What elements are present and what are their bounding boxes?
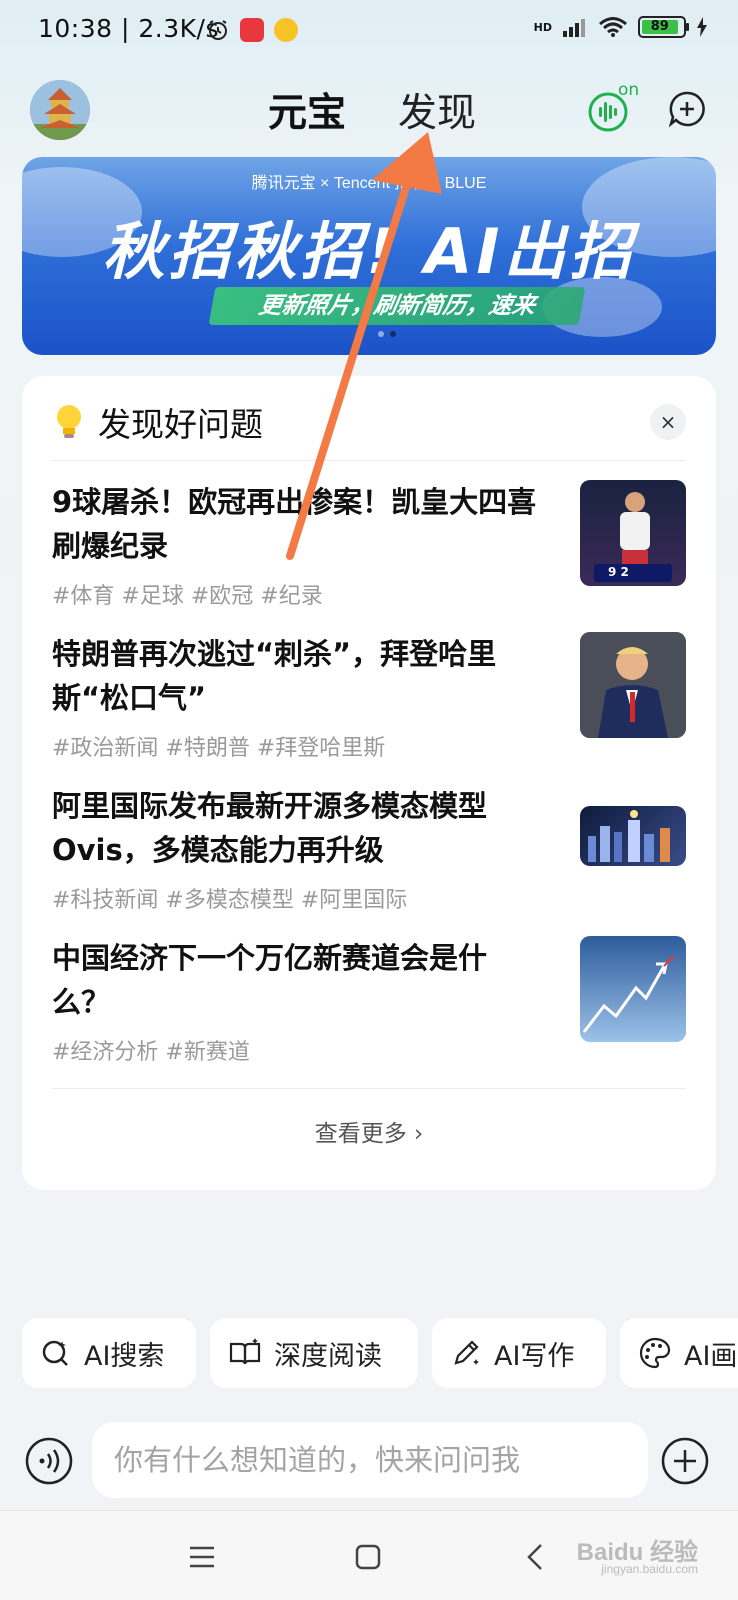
chip-deep-reading[interactable]: 深度阅读	[210, 1318, 418, 1388]
status-bar: 10:38 | 2.3K/s HD 89	[0, 0, 738, 66]
question-tags: #政治新闻 #特朗普 #拜登哈里斯	[52, 736, 386, 761]
battery-level: 89	[642, 20, 678, 34]
chip-ai-writing[interactable]: AI写作	[432, 1318, 606, 1388]
promo-banner[interactable]: 腾讯元宝 × Tencent 招聘 × BLUE 秋招秋招! AI出招 更新照片…	[22, 157, 716, 355]
tab-discover[interactable]: 发现	[398, 82, 476, 138]
voice-on-badge: on	[618, 80, 640, 100]
palette-icon	[639, 1337, 671, 1369]
baidu-watermark: Baidu 经验 jingyan.baidu.com	[577, 1532, 698, 1576]
tab-yuanbao[interactable]: 元宝	[268, 82, 346, 138]
question-title[interactable]: 9球屠杀！欧冠再出惨案！凯皇大四喜刷爆纪录	[52, 480, 542, 568]
menu-icon[interactable]	[182, 1537, 222, 1577]
quick-actions-row: AI搜索 深度阅读 AI写作 AI画	[22, 1318, 738, 1388]
question-title[interactable]: 阿里国际发布最新开源多模态模型Ovis，多模态能力再升级	[52, 784, 542, 872]
question-item[interactable]: 阿里国际发布最新开源多模态模型Ovis，多模态能力再升级 #科技新闻 #多模态模…	[52, 784, 686, 924]
banner-subtitle: 更新照片，刷新简历，速来	[208, 287, 586, 325]
politician-image	[580, 632, 686, 738]
tech-city-image	[588, 810, 670, 862]
pager-dot	[378, 331, 384, 337]
cellular-signal-icon	[563, 19, 585, 37]
tech-city-thumbnail	[580, 806, 686, 866]
score-label: 9 2	[608, 565, 629, 579]
lightbulb-icon	[57, 405, 81, 438]
divider	[52, 460, 686, 461]
back-icon[interactable]	[516, 1537, 556, 1577]
card-title: 发现好问题	[98, 405, 263, 444]
question-tags: #科技新闻 #多模态模型 #阿里国际	[52, 888, 408, 913]
divider	[52, 1088, 686, 1089]
status-indicators: HD 89	[534, 16, 708, 38]
card-header: 发现好问题	[52, 398, 263, 446]
status-time: 10:38 | 2.3K/s	[38, 14, 219, 43]
question-item[interactable]: 9球屠杀！欧冠再出惨案！凯皇大四喜刷爆纪录 #体育 #足球 #欧冠 #纪录 9 …	[52, 480, 686, 620]
banner-title: 秋招秋招! AI出招	[102, 215, 636, 288]
input-bar	[0, 1420, 738, 1500]
chip-label: AI写作	[494, 1340, 575, 1372]
chat-input[interactable]	[92, 1422, 648, 1498]
question-item[interactable]: 特朗普再次逃过“刺杀”，拜登哈里斯“松口气” #政治新闻 #特朗普 #拜登哈里斯	[52, 632, 686, 772]
network-type-label: HD	[533, 20, 552, 34]
banner-brand-line: 腾讯元宝 × Tencent 招聘 × BLUE	[251, 175, 487, 192]
avatar[interactable]	[30, 80, 90, 140]
pagoda-image	[30, 80, 90, 140]
question-tags: #经济分析 #新赛道	[52, 1040, 250, 1065]
question-item[interactable]: 中国经济下一个万亿新赛道会是什么？ #经济分析 #新赛道	[52, 936, 686, 1076]
wifi-icon	[599, 17, 627, 37]
football-player-thumbnail: 9 2	[580, 480, 686, 586]
book-icon	[229, 1338, 261, 1365]
growth-arrow-image	[582, 955, 675, 1033]
watermark-url: jingyan.baidu.com	[601, 1562, 698, 1576]
shopping-app-icon	[240, 18, 264, 42]
chip-label: AI画	[684, 1340, 738, 1372]
chip-ai-search[interactable]: AI搜索	[22, 1318, 196, 1388]
add-attachment-icon[interactable]	[660, 1436, 710, 1486]
ai-search-icon	[42, 1340, 68, 1366]
voice-mode-toggle[interactable]: on	[588, 80, 642, 132]
growth-arrow-thumbnail	[580, 936, 686, 1042]
question-title[interactable]: 特朗普再次逃过“刺杀”，拜登哈里斯“松口气”	[52, 632, 542, 720]
top-header: 元宝 发现 on	[0, 72, 738, 152]
weibo-icon	[274, 18, 298, 42]
player-image	[594, 492, 672, 582]
discover-questions-card: 发现好问题 × 9球屠杀！欧冠再出惨案！凯皇大四喜刷爆纪录 #体育 #足球 #欧…	[22, 376, 716, 1190]
alarm-icon	[209, 20, 227, 40]
pager-dot-active	[390, 331, 396, 337]
question-tags: #体育 #足球 #欧冠 #纪录	[52, 584, 323, 609]
chip-label: 深度阅读	[274, 1340, 382, 1372]
banner-pager	[378, 331, 396, 337]
question-title[interactable]: 中国经济下一个万亿新赛道会是什么？	[52, 936, 542, 1024]
pen-icon	[454, 1340, 479, 1365]
voice-input-icon[interactable]	[24, 1436, 74, 1486]
see-more-link[interactable]: 查看更多 ›	[22, 1114, 716, 1148]
charging-icon	[697, 17, 707, 37]
home-icon[interactable]	[348, 1537, 388, 1577]
politician-thumbnail	[580, 632, 686, 738]
chip-label: AI搜索	[84, 1340, 165, 1372]
close-button[interactable]: ×	[650, 404, 686, 440]
new-chat-icon[interactable]	[668, 90, 706, 128]
chip-ai-drawing[interactable]: AI画	[620, 1318, 738, 1388]
battery-indicator: 89	[638, 16, 689, 38]
